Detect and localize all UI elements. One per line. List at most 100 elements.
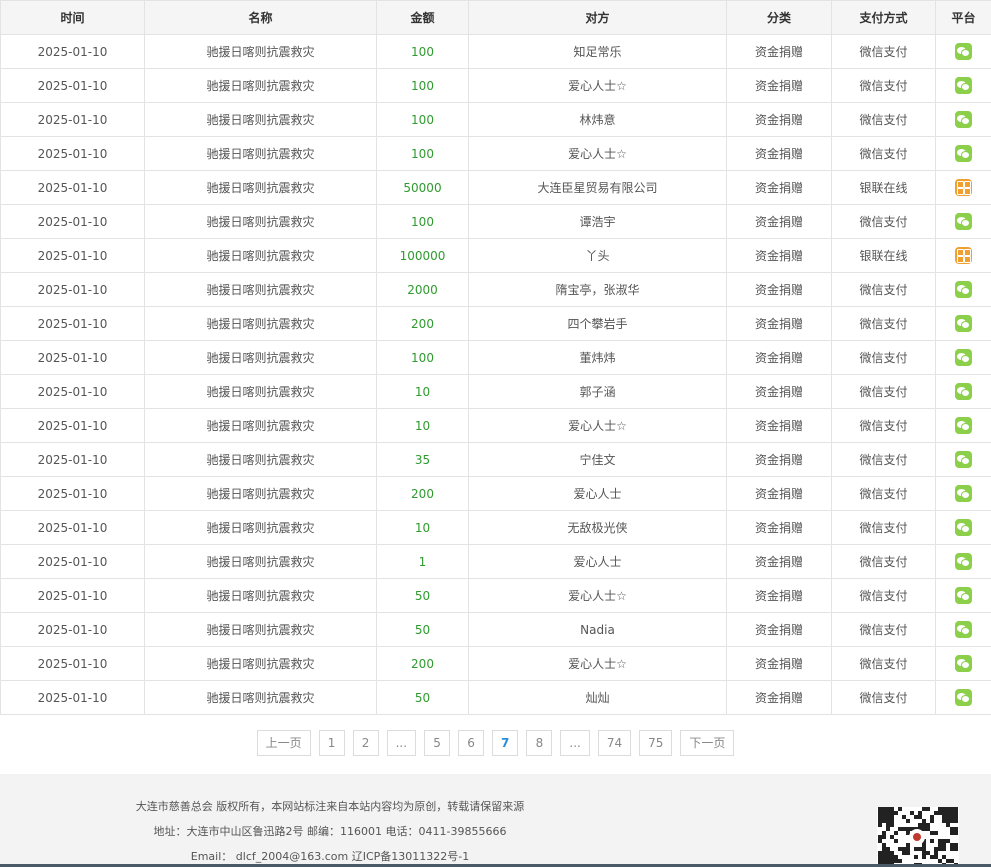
cell-amount: 100 xyxy=(376,102,469,137)
page-link-2[interactable]: 2 xyxy=(352,730,379,756)
wechat-icon xyxy=(955,111,972,128)
cell-method: 微信支付 xyxy=(831,476,936,511)
cell-amount: 50000 xyxy=(376,170,469,205)
page-link-6[interactable]: 6 xyxy=(458,730,485,756)
cell-amount: 2000 xyxy=(376,272,469,307)
cell-name: 驰援日喀则抗震救灾 xyxy=(144,204,377,239)
page-link-7[interactable]: 7 xyxy=(492,730,519,756)
cell-time: 2025-01-10 xyxy=(0,68,145,103)
cell-method: 银联在线 xyxy=(831,238,936,273)
cell-time: 2025-01-10 xyxy=(0,340,145,375)
table-body: 2025-01-10 驰援日喀则抗震救灾 100 知足常乐 资金捐赠 微信支付 2025-0… xyxy=(0,34,991,715)
page-link-74[interactable]: 74 xyxy=(597,730,632,756)
cell-time: 2025-01-10 xyxy=(0,578,145,613)
wechat-icon xyxy=(955,145,972,162)
cell-method: 微信支付 xyxy=(831,340,936,375)
cell-method: 微信支付 xyxy=(831,612,936,647)
header-category: 分类 xyxy=(726,0,832,35)
table-row: 2025-01-10 驰援日喀则抗震救灾 100 谭浩宇 资金捐赠 微信支付 xyxy=(0,204,991,239)
table-row: 2025-01-10 驰援日喀则抗震救灾 100000 丫头 资金捐赠 银联在线 xyxy=(0,238,991,273)
wechat-icon xyxy=(955,689,972,706)
cell-method: 微信支付 xyxy=(831,68,936,103)
table-row: 2025-01-10 驰援日喀则抗震救灾 200 爱心人士☆ 资金捐赠 微信支付 xyxy=(0,646,991,681)
cell-platform xyxy=(935,646,991,681)
cell-time: 2025-01-10 xyxy=(0,170,145,205)
page-link-75[interactable]: 75 xyxy=(639,730,673,756)
unionpay-icon xyxy=(955,247,972,264)
cell-method: 微信支付 xyxy=(831,272,936,307)
cell-amount: 35 xyxy=(376,442,469,477)
cell-name: 驰援日喀则抗震救灾 xyxy=(144,272,377,307)
cell-category: 资金捐赠 xyxy=(726,102,832,137)
cell-platform xyxy=(935,238,991,273)
cell-time: 2025-01-10 xyxy=(0,442,145,477)
table-row: 2025-01-10 驰援日喀则抗震救灾 50000 大连臣星贸易有限公司 资金捐赠 银联… xyxy=(0,170,991,205)
donation-table: 时间 名称 金额 对方 分类 支付方式 平台 2025-01-10 驰援日喀则抗震… xyxy=(0,0,991,715)
cell-platform xyxy=(935,102,991,137)
cell-name: 驰援日喀则抗震救灾 xyxy=(144,170,377,205)
page-link-8[interactable]: 8 xyxy=(526,730,553,756)
cell-amount: 50 xyxy=(376,578,469,613)
footer-email: Email： dlcf_2004@163.com 辽ICP备13011322号-… xyxy=(190,850,470,863)
table-row: 2025-01-10 驰援日喀则抗震救灾 2000 隋宝亭，张淑华 资金捐赠 微信支付 xyxy=(0,272,991,307)
cell-time: 2025-01-10 xyxy=(0,102,145,137)
pagination: 上一页 1 2... 5 6 7 8... 74 75 下一页 xyxy=(0,730,991,756)
page-link-5[interactable]: 5 xyxy=(424,730,451,756)
cell-party: 董炜炜 xyxy=(468,340,727,375)
wechat-icon xyxy=(955,655,972,672)
cell-party: 宁佳文 xyxy=(468,442,727,477)
cell-platform xyxy=(935,204,991,239)
cell-amount: 100 xyxy=(376,34,469,69)
cell-method: 微信支付 xyxy=(831,646,936,681)
next-page-button[interactable]: 下一页 xyxy=(680,730,735,756)
table-header-row: 时间 名称 金额 对方 分类 支付方式 平台 xyxy=(0,0,991,35)
cell-platform xyxy=(935,408,991,443)
cell-category: 资金捐赠 xyxy=(726,612,832,647)
page-ellipsis: ... xyxy=(386,730,417,756)
cell-platform xyxy=(935,374,991,409)
cell-name: 驰援日喀则抗震救灾 xyxy=(144,476,377,511)
cell-name: 驰援日喀则抗震救灾 xyxy=(144,510,377,545)
cell-party: 爱心人士☆ xyxy=(468,136,727,171)
cell-name: 驰援日喀则抗震救灾 xyxy=(144,34,377,69)
wechat-icon xyxy=(955,213,972,230)
cell-party: 无敌极光侠 xyxy=(468,510,727,545)
cell-category: 资金捐赠 xyxy=(726,68,832,103)
cell-party: 爱心人士☆ xyxy=(468,578,727,613)
table-row: 2025-01-10 驰援日喀则抗震救灾 50 灿灿 资金捐赠 微信支付 xyxy=(0,680,991,715)
prev-page-button[interactable]: 上一页 xyxy=(256,730,311,756)
cell-time: 2025-01-10 xyxy=(0,612,145,647)
wechat-icon xyxy=(955,383,972,400)
cell-amount: 200 xyxy=(376,306,469,341)
cell-amount: 10 xyxy=(376,408,469,443)
cell-category: 资金捐赠 xyxy=(726,272,832,307)
table-row: 2025-01-10 驰援日喀则抗震救灾 200 四个攀岩手 资金捐赠 微信支付 xyxy=(0,306,991,341)
qr-code-image xyxy=(877,807,959,867)
cell-method: 微信支付 xyxy=(831,374,936,409)
cell-time: 2025-01-10 xyxy=(0,34,145,69)
cell-name: 驰援日喀则抗震救灾 xyxy=(144,374,377,409)
cell-category: 资金捐赠 xyxy=(726,544,832,579)
cell-category: 资金捐赠 xyxy=(726,306,832,341)
table-row: 2025-01-10 驰援日喀则抗震救灾 100 爱心人士☆ 资金捐赠 微信支付 xyxy=(0,136,991,171)
cell-name: 驰援日喀则抗震救灾 xyxy=(144,136,377,171)
wechat-icon xyxy=(955,349,972,366)
cell-name: 驰援日喀则抗震救灾 xyxy=(144,68,377,103)
cell-method: 微信支付 xyxy=(831,306,936,341)
table-row: 2025-01-10 驰援日喀则抗震救灾 100 董炜炜 资金捐赠 微信支付 xyxy=(0,340,991,375)
cell-name: 驰援日喀则抗震救灾 xyxy=(144,680,377,715)
cell-party: 林炜意 xyxy=(468,102,727,137)
cell-method: 微信支付 xyxy=(831,102,936,137)
wechat-icon xyxy=(955,281,972,298)
cell-time: 2025-01-10 xyxy=(0,646,145,681)
cell-time: 2025-01-10 xyxy=(0,238,145,273)
table-row: 2025-01-10 驰援日喀则抗震救灾 50 爱心人士☆ 资金捐赠 微信支付 xyxy=(0,578,991,613)
cell-time: 2025-01-10 xyxy=(0,510,145,545)
cell-category: 资金捐赠 xyxy=(726,340,832,375)
cell-party: 四个攀岩手 xyxy=(468,306,727,341)
cell-method: 微信支付 xyxy=(831,408,936,443)
page-link-1[interactable]: 1 xyxy=(318,730,345,756)
cell-platform xyxy=(935,510,991,545)
cell-category: 资金捐赠 xyxy=(726,34,832,69)
cell-platform xyxy=(935,306,991,341)
